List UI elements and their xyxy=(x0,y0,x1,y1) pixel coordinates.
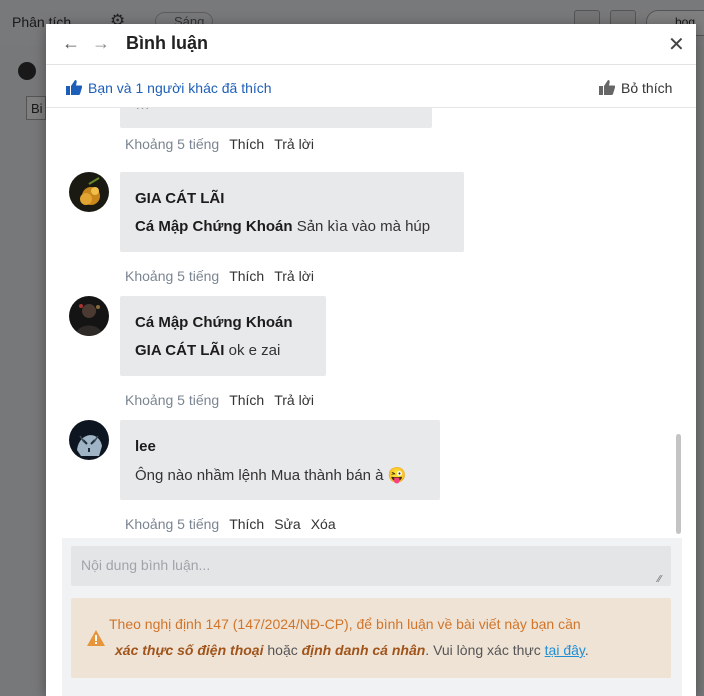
modal-title: Bình luận xyxy=(126,33,208,53)
notice-line1: Theo nghị định 147 (147/2024/NĐ-CP), để … xyxy=(109,616,581,632)
comment-body: Cá Mập Chứng Khoán Sản kìa vào mà húp xyxy=(135,218,430,235)
like-comment-button[interactable]: Thích xyxy=(229,136,264,152)
warning-icon xyxy=(87,630,105,646)
likes-summary-text: Bạn và 1 người khác đã thích xyxy=(88,80,272,96)
mention-link[interactable]: Cá Mập Chứng Khoán xyxy=(135,218,293,235)
comment-time: Khoảng 5 tiếng xyxy=(125,268,220,284)
avatar[interactable] xyxy=(69,420,109,460)
thumbs-up-icon xyxy=(599,80,615,95)
like-comment-button[interactable]: Thích xyxy=(229,516,264,532)
notice-or: hoặc xyxy=(263,642,302,658)
thumbs-up-icon xyxy=(66,80,82,95)
comment-bubble: lee Ông nào nhầm lệnh Mua thành bán à 😜 xyxy=(120,420,440,500)
mention-link[interactable]: GIA CÁT LÃI xyxy=(135,342,224,359)
modal-header: ← → Bình luận ✕ xyxy=(46,24,696,65)
delete-button[interactable]: Xóa xyxy=(311,516,336,532)
comment-text: Sản kìa vào mà húp xyxy=(292,218,431,235)
avatar[interactable] xyxy=(69,296,109,336)
comment-meta: Khoảng 5 tiếng Thích Trả lời xyxy=(125,268,314,284)
comment-time: Khoảng 5 tiếng xyxy=(125,392,220,408)
likes-bar: Bạn và 1 người khác đã thích Bỏ thích xyxy=(46,65,696,108)
back-arrow-icon[interactable]: ← xyxy=(62,33,80,54)
notice-emphasis-id: định danh cá nhân xyxy=(301,642,426,658)
unlike-button[interactable]: Bỏ thích xyxy=(599,80,672,96)
verify-here-link[interactable]: tại đây xyxy=(545,642,585,658)
comment-meta: Khoảng 5 tiếng Thích Trả lời xyxy=(125,136,314,152)
notice-emphasis-phone: xác thực số điện thoại xyxy=(115,642,264,658)
comment-author[interactable]: lee xyxy=(135,438,156,455)
comment-list[interactable]: … Khoảng 5 tiếng Thích Trả lời GIA CÁT LÃI… xyxy=(46,108,696,538)
like-comment-button[interactable]: Thích xyxy=(229,392,264,408)
comment-composer: ∕∕ Theo nghị định 147 (147/2024/NĐ-CP), … xyxy=(62,538,682,696)
grinning-emoji-icon: 😜 xyxy=(387,467,407,484)
likes-summary-link[interactable]: Bạn và 1 người khác đã thích xyxy=(66,80,272,96)
comment-text: ok e zai xyxy=(224,342,281,359)
comment-time: Khoảng 5 tiếng xyxy=(125,516,220,532)
reply-button[interactable]: Trả lời xyxy=(274,268,314,284)
like-comment-button[interactable]: Thích xyxy=(229,268,264,284)
comment-meta: Khoảng 5 tiếng Thích Sửa Xóa xyxy=(125,516,336,532)
unlike-label: Bỏ thích xyxy=(621,80,673,96)
avatar[interactable] xyxy=(69,172,109,212)
comment-text: Ông nào nhầm lệnh Mua thành bán à xyxy=(135,467,384,484)
comment-author[interactable]: Cá Mập Chứng Khoán xyxy=(135,314,293,331)
comment-body: GIA CÁT LÃI ok e zai xyxy=(135,342,280,359)
comment-author[interactable]: GIA CÁT LÃI xyxy=(135,190,224,207)
comment-bubble: GIA CÁT LÃI Cá Mập Chứng Khoán Sản kìa v… xyxy=(120,172,464,252)
forward-arrow-icon[interactable]: → xyxy=(92,33,110,54)
comment-body: Ông nào nhầm lệnh Mua thành bán à 😜 xyxy=(135,466,406,484)
edit-button[interactable]: Sửa xyxy=(274,516,301,532)
notice-end: . xyxy=(584,642,589,658)
resize-handle-icon[interactable]: ∕∕ xyxy=(658,574,661,585)
comment-list-scrollbar[interactable] xyxy=(676,434,681,534)
comment-body: … xyxy=(135,108,150,113)
verification-notice: Theo nghị định 147 (147/2024/NĐ-CP), để … xyxy=(71,598,671,678)
comment-bubble: Cá Mập Chứng Khoán GIA CÁT LÃI ok e zai xyxy=(120,296,326,376)
close-icon[interactable]: ✕ xyxy=(668,32,685,57)
comment-meta: Khoảng 5 tiếng Thích Trả lời xyxy=(125,392,314,408)
comments-modal: ← → Bình luận ✕ Bạn và 1 người khác đã t… xyxy=(46,24,696,696)
comment-bubble: … xyxy=(120,108,432,128)
notice-line2: xác thực số điện thoại hoặc định danh cá… xyxy=(115,642,589,658)
comment-time: Khoảng 5 tiếng xyxy=(125,136,220,152)
reply-button[interactable]: Trả lời xyxy=(274,392,314,408)
notice-tail: . Vui lòng xác thực xyxy=(425,642,545,658)
comment-input[interactable] xyxy=(71,546,671,586)
reply-button[interactable]: Trả lời xyxy=(274,136,314,152)
